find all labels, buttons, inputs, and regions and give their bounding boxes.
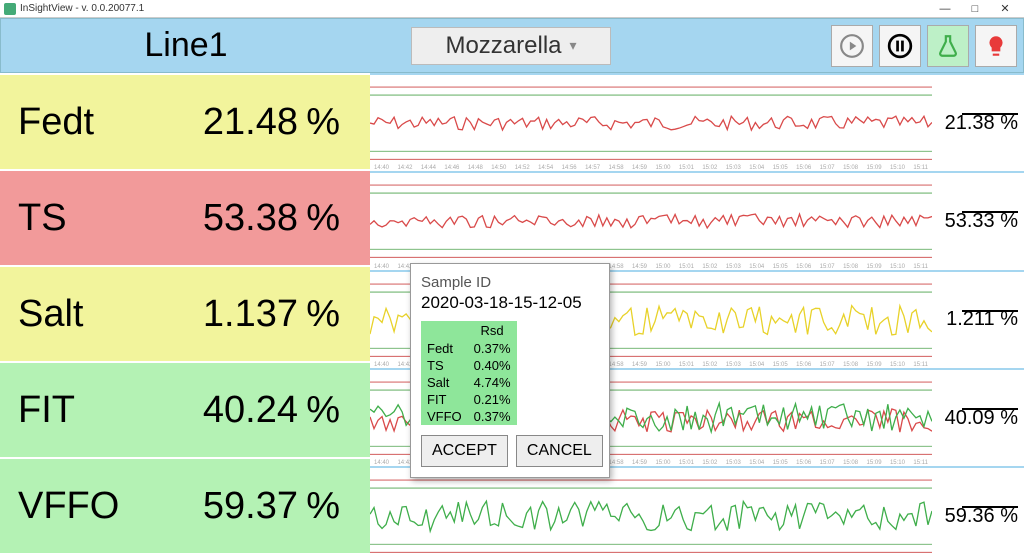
rsd-value: 0.40% bbox=[468, 357, 517, 374]
rsd-row: Salt4.74% bbox=[421, 374, 517, 391]
metric-average: 59.36 % bbox=[932, 468, 1024, 555]
metric-average: 40.09 % bbox=[932, 370, 1024, 466]
chart-area[interactable]: 14:4014:4214:4414:4614:4814:5014:5214:54… bbox=[370, 468, 932, 555]
rsd-value: 4.74% bbox=[468, 374, 517, 391]
chart-row-vffo: 14:4014:4214:4414:4614:4814:5014:5214:54… bbox=[370, 466, 1024, 555]
metric-row-fedt: Fedt21.48% bbox=[0, 73, 370, 169]
product-name: Mozzarella bbox=[445, 32, 561, 60]
rsd-name: FIT bbox=[421, 391, 468, 408]
rsd-name: TS bbox=[421, 357, 468, 374]
accept-button[interactable]: ACCEPT bbox=[421, 435, 508, 467]
rsd-value: 0.21% bbox=[468, 391, 517, 408]
rsd-name: Salt bbox=[421, 374, 468, 391]
metric-label: FIT bbox=[18, 389, 168, 432]
metric-label: TS bbox=[18, 197, 168, 240]
chart-area[interactable]: 14:4014:4214:4414:4614:4814:5014:5214:54… bbox=[370, 75, 932, 171]
play-button[interactable] bbox=[831, 25, 873, 67]
pause-icon bbox=[887, 33, 913, 59]
chart-row-ts: 14:4014:4214:4414:4614:4814:5014:5214:54… bbox=[370, 171, 1024, 269]
metric-value: 1.137 bbox=[168, 293, 298, 336]
metric-row-salt: Salt1.137% bbox=[0, 265, 370, 361]
rsd-name: VFFO bbox=[421, 408, 468, 425]
rsd-row: VFFO0.37% bbox=[421, 408, 517, 425]
sample-dialog: Sample ID 2020-03-18-15-12-05 Rsd Fedt0.… bbox=[410, 263, 610, 478]
rsd-header: Rsd bbox=[468, 321, 517, 340]
chevron-down-icon: ▾ bbox=[570, 37, 577, 54]
sample-id-label: Sample ID bbox=[421, 274, 599, 291]
metric-average: 53.33 % bbox=[932, 173, 1024, 269]
chart-row-fedt: 14:4014:4214:4414:4614:4814:5014:5214:54… bbox=[370, 73, 1024, 171]
metric-label: Salt bbox=[18, 293, 168, 336]
metric-value: 53.38 bbox=[168, 197, 298, 240]
rsd-name: Fedt bbox=[421, 340, 468, 357]
metric-unit: % bbox=[298, 197, 348, 240]
line-title: Line1 bbox=[1, 26, 371, 65]
metric-unit: % bbox=[298, 389, 348, 432]
window-titlebar: InSightView - v. 0.0.20077.1 — □ ✕ bbox=[0, 0, 1024, 18]
rsd-value: 0.37% bbox=[468, 340, 517, 357]
pause-button[interactable] bbox=[879, 25, 921, 67]
metric-unit: % bbox=[298, 485, 348, 528]
product-select[interactable]: Mozzarella ▾ bbox=[411, 27, 611, 65]
rsd-row: TS0.40% bbox=[421, 357, 517, 374]
bulb-icon bbox=[983, 33, 1009, 59]
metrics-panel: Fedt21.48%TS53.38%Salt1.137%FIT40.24%VFF… bbox=[0, 73, 370, 553]
metric-row-ts: TS53.38% bbox=[0, 169, 370, 265]
metric-value: 59.37 bbox=[168, 485, 298, 528]
chart-area[interactable]: 14:4014:4214:4414:4614:4814:5014:5214:54… bbox=[370, 173, 932, 269]
rsd-table: Rsd Fedt0.37%TS0.40%Salt4.74%FIT0.21%VFF… bbox=[421, 321, 517, 425]
header-bar: Line1 Mozzarella ▾ bbox=[0, 18, 1024, 73]
metric-row-vffo: VFFO59.37% bbox=[0, 457, 370, 553]
lab-button[interactable] bbox=[927, 25, 969, 67]
metric-average: 21.38 % bbox=[932, 75, 1024, 171]
metric-unit: % bbox=[298, 101, 348, 144]
rsd-row: FIT0.21% bbox=[421, 391, 517, 408]
window-title: InSightView - v. 0.0.20077.1 bbox=[20, 3, 144, 14]
rsd-value: 0.37% bbox=[468, 408, 517, 425]
minimize-button[interactable]: — bbox=[930, 3, 960, 15]
play-icon bbox=[839, 33, 865, 59]
metric-value: 21.48 bbox=[168, 101, 298, 144]
close-button[interactable]: ✕ bbox=[990, 2, 1020, 15]
metric-label: VFFO bbox=[18, 485, 168, 528]
maximize-button[interactable]: □ bbox=[960, 3, 990, 15]
cancel-button[interactable]: CANCEL bbox=[516, 435, 603, 467]
metric-value: 40.24 bbox=[168, 389, 298, 432]
flask-icon bbox=[935, 33, 961, 59]
metric-average: 1.211 % bbox=[932, 272, 1024, 368]
metric-label: Fedt bbox=[18, 101, 168, 144]
main-area: Fedt21.48%TS53.38%Salt1.137%FIT40.24%VFF… bbox=[0, 73, 1024, 553]
sample-id-value: 2020-03-18-15-12-05 bbox=[421, 293, 599, 313]
alert-button[interactable] bbox=[975, 25, 1017, 67]
metric-unit: % bbox=[298, 293, 348, 336]
metric-row-fit: FIT40.24% bbox=[0, 361, 370, 457]
rsd-row: Fedt0.37% bbox=[421, 340, 517, 357]
app-icon bbox=[4, 3, 16, 15]
